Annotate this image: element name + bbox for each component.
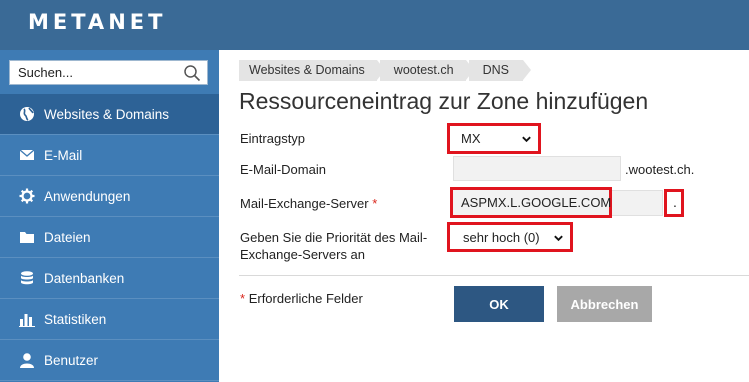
cancel-button[interactable]: Abbrechen <box>557 286 652 322</box>
email-domain-label: E-Mail-Domain <box>240 162 326 177</box>
priority-label: Geben Sie die Priorität des Mail- Exchan… <box>240 229 427 263</box>
search-box[interactable] <box>9 60 208 85</box>
sidebar-item-anwendungen[interactable]: Anwendungen <box>0 176 219 217</box>
page-title: Ressourceneintrag zur Zone hinzufügen <box>239 88 649 114</box>
record-type-label: Eintragstyp <box>240 131 306 146</box>
sidebar-item-datenbanken[interactable]: Datenbanken <box>0 258 219 299</box>
chevron-down-icon <box>554 235 563 241</box>
mail-icon <box>18 146 36 164</box>
mail-exchange-server-value: ASPMX.L.GOOGLE.COM <box>461 195 612 210</box>
ok-button[interactable]: OK <box>454 286 544 322</box>
sidebar-item-websites-domains[interactable]: Websites & Domains <box>0 94 219 135</box>
mail-exchange-server-input[interactable]: ASPMX.L.GOOGLE.COM <box>450 187 612 218</box>
folder-icon <box>18 228 36 246</box>
required-fields-note: * Erforderliche Felder <box>240 290 363 307</box>
priority-value: sehr hoch (0) <box>463 230 540 245</box>
sidebar-item-label: Dateien <box>44 229 91 245</box>
sidebar-nav: Websites & Domains E-Mail Anwendungen Da… <box>0 94 219 381</box>
breadcrumb-item-dns[interactable]: DNS <box>468 60 532 81</box>
required-mark: * <box>240 291 246 306</box>
user-icon <box>18 351 36 369</box>
required-fields-text: Erforderliche Felder <box>248 291 363 306</box>
email-domain-field[interactable] <box>453 156 621 181</box>
breadcrumb-item-domain[interactable]: wootest.ch <box>379 60 474 81</box>
chevron-down-icon <box>522 136 531 142</box>
mail-exchange-server-label-text: Mail-Exchange-Server <box>240 196 369 211</box>
bar-chart-icon <box>18 310 36 328</box>
mail-exchange-server-suffix: . <box>673 194 677 210</box>
priority-select[interactable]: sehr hoch (0) <box>453 226 568 249</box>
mail-exchange-server-label: Mail-Exchange-Server * <box>240 195 377 212</box>
breadcrumb: Websites & Domains wootest.ch DNS <box>239 60 532 81</box>
sidebar-item-label: Datenbanken <box>44 270 125 286</box>
sidebar: Websites & Domains E-Mail Anwendungen Da… <box>0 50 219 382</box>
sidebar-item-label: Benutzer <box>44 352 99 368</box>
sidebar-item-label: E-Mail <box>44 147 83 163</box>
highlight-trailing-dot: . <box>664 189 684 217</box>
priority-label-line1: Geben Sie die Priorität des Mail- <box>240 230 428 245</box>
search-input[interactable] <box>10 61 180 84</box>
required-mark: * <box>372 196 378 211</box>
gear-icon <box>18 187 36 205</box>
email-domain-suffix: .wootest.ch. <box>625 162 695 177</box>
sidebar-item-benutzer[interactable]: Benutzer <box>0 340 219 381</box>
sidebar-item-label: Anwendungen <box>44 188 131 204</box>
sidebar-item-statistiken[interactable]: Statistiken <box>0 299 219 340</box>
metanet-logo[interactable]: METANET <box>28 10 166 34</box>
form-divider <box>239 275 749 276</box>
sidebar-item-email[interactable]: E-Mail <box>0 135 219 176</box>
database-icon <box>18 269 36 287</box>
record-type-value: MX <box>461 131 481 146</box>
search-icon[interactable] <box>183 64 201 82</box>
top-bar: METANET <box>0 0 749 50</box>
sidebar-item-dateien[interactable]: Dateien <box>0 217 219 258</box>
sidebar-item-label: Statistiken <box>44 311 107 327</box>
record-type-select[interactable]: MX <box>453 127 536 150</box>
priority-label-line2: Exchange-Servers an <box>240 247 366 262</box>
sidebar-item-label: Websites & Domains <box>44 106 170 122</box>
globe-icon <box>18 105 36 123</box>
breadcrumb-item-websites-domains[interactable]: Websites & Domains <box>239 60 385 81</box>
